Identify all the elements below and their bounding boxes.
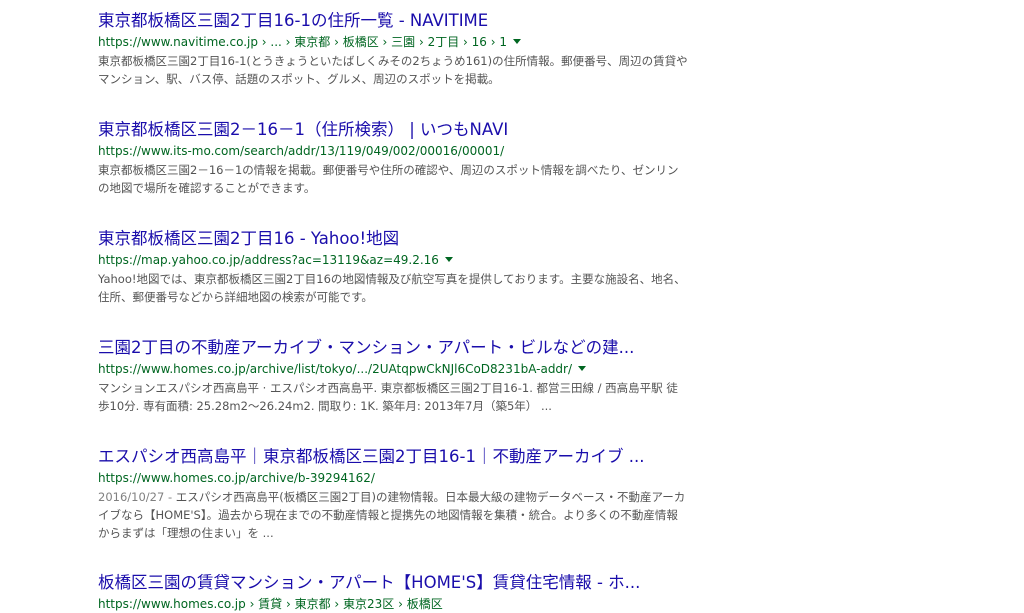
result-url: https://www.navitime.co.jp › ... › 東京都 ›… <box>98 35 507 49</box>
result-title-link[interactable]: 三園2丁目の不動産アーカイブ・マンション・アパート・ビルなどの建... <box>98 337 698 358</box>
result-url-line: https://www.its-mo.com/search/addr/13/11… <box>98 142 698 160</box>
result-url: https://www.its-mo.com/search/addr/13/11… <box>98 144 505 158</box>
result-url: https://map.yahoo.co.jp/address?ac=13119… <box>98 253 439 267</box>
search-result: 三園2丁目の不動産アーカイブ・マンション・アパート・ビルなどの建... http… <box>98 337 698 415</box>
result-url-line: https://map.yahoo.co.jp/address?ac=13119… <box>98 251 698 269</box>
search-result: 東京都板橋区三園2丁目16-1の住所一覧 - NAVITIME https://… <box>98 10 698 88</box>
search-result: 東京都板橋区三園2－16－1（住所検索） | いつもNAVI https://w… <box>98 119 698 197</box>
result-title-link[interactable]: 東京都板橋区三園2丁目16-1の住所一覧 - NAVITIME <box>98 10 698 31</box>
result-title-link[interactable]: 東京都板橋区三園2－16－1（住所検索） | いつもNAVI <box>98 119 698 140</box>
result-date: 2016/10/27 - <box>98 490 176 504</box>
result-title-link[interactable]: 東京都板橋区三園2丁目16 - Yahoo!地図 <box>98 228 698 249</box>
url-dropdown-arrow-icon[interactable] <box>578 366 587 371</box>
search-result: エスパシオ西高島平｜東京都板橋区三園2丁目16-1｜不動産アーカイブ ... h… <box>98 446 698 542</box>
result-url: https://www.homes.co.jp/archive/b-392941… <box>98 471 375 485</box>
result-title-link[interactable]: 板橋区三園の賃貸マンション・アパート【HOME'S】賃貸住宅情報 - ホ... <box>98 572 698 593</box>
url-dropdown-arrow-icon[interactable] <box>512 39 521 44</box>
result-url: https://www.homes.co.jp › 賃貸 › 東京都 › 東京2… <box>98 597 443 611</box>
result-url: https://www.homes.co.jp/archive/list/tok… <box>98 362 573 376</box>
result-url-line: https://www.homes.co.jp/archive/list/tok… <box>98 360 698 378</box>
search-result: 板橋区三園の賃貸マンション・アパート【HOME'S】賃貸住宅情報 - ホ... … <box>98 572 698 613</box>
result-snippet: 2016/10/27 - エスパシオ西高島平(板橋区三園2丁目)の建物情報。日本… <box>98 488 688 542</box>
result-snippet: 東京都板橋区三園2－16－1の情報を掲載。郵便番号や住所の確認や、周辺のスポット… <box>98 163 679 195</box>
result-url-line: https://www.homes.co.jp › 賃貸 › 東京都 › 東京2… <box>98 595 698 613</box>
result-url-line: https://www.homes.co.jp/archive/b-392941… <box>98 469 698 487</box>
search-result: 東京都板橋区三園2丁目16 - Yahoo!地図 https://map.yah… <box>98 228 698 306</box>
result-snippet: マンションエスパシオ西高島平 · エスパシオ西高島平. 東京都板橋区三園2丁目1… <box>98 381 678 413</box>
url-dropdown-arrow-icon[interactable] <box>444 257 453 262</box>
result-snippet: 東京都板橋区三園2丁目16-1(とうきょうといたばしくみその2ちょうめ161)の… <box>98 54 688 86</box>
result-url-line: https://www.navitime.co.jp › ... › 東京都 ›… <box>98 33 698 51</box>
result-title-link[interactable]: エスパシオ西高島平｜東京都板橋区三園2丁目16-1｜不動産アーカイブ ... <box>98 446 698 467</box>
result-snippet-text: エスパシオ西高島平(板橋区三園2丁目)の建物情報。日本最大級の建物データベース・… <box>98 490 686 540</box>
result-snippet: Yahoo!地図では、東京都板橋区三園2丁目16の地図情報及び航空写真を提供して… <box>98 272 686 304</box>
